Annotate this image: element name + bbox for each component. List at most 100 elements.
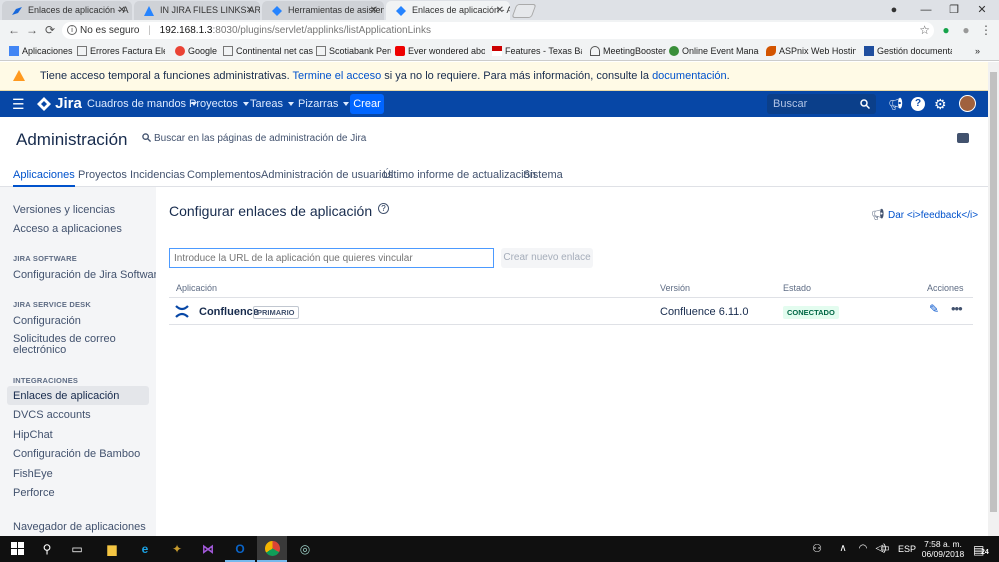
jira-logo[interactable]: Jira xyxy=(37,91,82,117)
application-url-input[interactable] xyxy=(169,248,494,268)
back-arrow-icon[interactable]: ← xyxy=(6,22,22,38)
bookmark-label: Continental net cash xyxy=(236,46,313,56)
info-icon[interactable]: i xyxy=(67,25,77,35)
feedback-chat-icon[interactable] xyxy=(957,133,969,143)
feedback-link[interactable]: 📢︎ Dar <i>feedback</i> xyxy=(871,208,978,221)
bookmark-item[interactable]: Continental net cash xyxy=(223,41,313,61)
gear-icon[interactable]: ⚙ xyxy=(934,91,947,117)
sidebar-item-app-navigator[interactable]: Navegador de aplicaciones xyxy=(13,521,146,533)
sidebar-item-service-desk-config[interactable]: Configuración xyxy=(13,315,81,327)
file-explorer-icon[interactable]: ▆ xyxy=(97,536,127,562)
column-header-state: Estado xyxy=(783,283,812,293)
input-language[interactable]: ESP xyxy=(898,536,916,562)
tab-system[interactable]: Sistema xyxy=(523,169,563,181)
tab-applications[interactable]: Aplicaciones xyxy=(13,169,75,187)
browser-tab[interactable]: IN JIRA FILES LINKS ARE ✕ xyxy=(134,1,260,20)
sidebar-item-hipchat[interactable]: HipChat xyxy=(13,429,53,441)
maximize-icon[interactable]: ❐ xyxy=(940,0,968,20)
megaphone-icon[interactable]: 📢︎ xyxy=(888,91,903,117)
edit-pencil-icon[interactable]: ✎ xyxy=(929,302,939,316)
sidebar-item-email-requests[interactable]: Solicitudes de correo electrónico xyxy=(13,334,123,356)
sidebar-header-jira-service-desk: JIRA SERVICE DESK xyxy=(13,300,92,309)
application-name[interactable]: Confluence xyxy=(199,306,259,318)
minimize-icon[interactable]: — xyxy=(912,0,940,20)
nav-projects[interactable]: Proyectos xyxy=(189,91,249,117)
sidebar-item-perforce[interactable]: Perforce xyxy=(13,487,55,499)
search-icon[interactable]: ⚲ xyxy=(32,536,62,562)
forward-arrow-icon[interactable]: → xyxy=(24,22,40,38)
tab-upgrade-report[interactable]: Último informe de actualización xyxy=(383,169,536,181)
sidebar-item-application-links[interactable]: Enlaces de aplicación xyxy=(13,390,119,402)
bookmark-item[interactable]: Online Event Manage xyxy=(669,41,759,61)
notification-center-icon[interactable]: ▤ 24 xyxy=(973,540,993,558)
end-access-link[interactable]: Termine el acceso xyxy=(293,70,382,82)
sidebar-item-dvcs-accounts[interactable]: DVCS accounts xyxy=(13,409,91,421)
sidebar-item-versions-licenses[interactable]: Versiones y licencias xyxy=(13,204,115,216)
url-host: 192.168.1.3 xyxy=(159,25,213,36)
outlook-icon[interactable]: O xyxy=(225,536,255,562)
bookmark-item[interactable]: Aplicaciones xyxy=(9,41,75,61)
chrome-icon[interactable] xyxy=(257,536,287,562)
help-icon[interactable]: ? xyxy=(911,97,925,111)
window-close-icon[interactable]: ✕ xyxy=(968,0,996,20)
column-header-actions: Acciones xyxy=(927,283,964,293)
jira-icon xyxy=(144,6,154,16)
reload-icon[interactable]: ⟳ xyxy=(42,22,58,38)
app-icon[interactable]: ◎ xyxy=(290,536,320,562)
scrollbar-thumb[interactable] xyxy=(990,72,997,512)
bookmark-item[interactable]: Scotiabank Perú xyxy=(316,41,391,61)
tab-projects[interactable]: Proyectos xyxy=(78,169,127,181)
bookmark-item[interactable]: Features - Texas Bank xyxy=(492,41,582,61)
jira-search-input[interactable]: Buscar xyxy=(767,94,876,114)
bookmark-item[interactable]: Ever wondered abou xyxy=(395,41,485,61)
notification-count: 24 xyxy=(981,549,989,556)
tab-addons[interactable]: Complementos xyxy=(187,169,261,181)
internet-explorer-icon[interactable]: e xyxy=(130,536,160,562)
hamburger-menu-icon[interactable]: ☰ xyxy=(12,91,25,117)
visual-studio-icon[interactable]: ⋈ xyxy=(193,536,223,562)
close-icon[interactable]: ✕ xyxy=(370,1,378,20)
nav-boards[interactable]: Pizarras xyxy=(298,91,350,117)
admin-search[interactable]: Buscar en las páginas de administración … xyxy=(142,133,366,144)
close-icon[interactable]: ✕ xyxy=(496,1,504,20)
close-icon[interactable]: ✕ xyxy=(118,1,126,20)
bookmark-item[interactable]: MeetingBooster xyxy=(590,41,672,61)
browser-tab[interactable]: Herramientas de asisten ✕ xyxy=(262,1,384,20)
nav-dashboards[interactable]: Cuadros de mandos xyxy=(87,91,198,117)
create-button[interactable]: Crear xyxy=(350,94,384,114)
sidebar-item-jira-software-config[interactable]: Configuración de Jira Software xyxy=(13,269,156,281)
page-scrollbar[interactable] xyxy=(988,62,999,536)
bookmark-item[interactable]: Gestión documental xyxy=(864,41,952,61)
address-bar[interactable]: i No es seguro | 192.168.1.3:8030/plugin… xyxy=(62,22,934,39)
star-icon[interactable]: ☆ xyxy=(919,22,930,39)
sidebar-item-bamboo[interactable]: Configuración de Bamboo xyxy=(13,448,140,460)
nav-issues[interactable]: Tareas xyxy=(250,91,295,117)
bookmark-item[interactable]: ASPnix Web Hosting xyxy=(766,41,856,61)
profile-icon[interactable]: ● xyxy=(880,0,908,20)
extension-icon[interactable]: ● xyxy=(938,22,954,38)
more-actions-icon[interactable]: ••• xyxy=(951,301,963,316)
windows-start-icon[interactable] xyxy=(2,536,32,562)
help-icon[interactable]: ? xyxy=(378,203,390,214)
tab-user-management[interactable]: Administración de usuarios xyxy=(261,169,393,181)
bookmark-item[interactable]: Errores Factura Electr xyxy=(77,41,165,61)
tab-issues[interactable]: Incidencias xyxy=(130,169,185,181)
tools-icon[interactable]: ✦ xyxy=(162,536,192,562)
browser-tab[interactable]: Enlaces de aplicación - A ✕ xyxy=(2,1,132,20)
new-tab-button[interactable] xyxy=(511,4,537,18)
task-view-icon[interactable]: ▭ xyxy=(62,536,92,562)
close-icon[interactable]: ✕ xyxy=(246,1,254,20)
bookmark-label: Ever wondered abou xyxy=(408,46,485,56)
sidebar-item-fisheye[interactable]: FishEye xyxy=(13,468,53,480)
create-new-link-button[interactable]: Crear nuevo enlace xyxy=(501,248,593,268)
avatar[interactable] xyxy=(959,95,976,112)
clock[interactable]: 7:58 a. m. 06/09/2018 xyxy=(918,539,968,559)
documentation-link[interactable]: documentación xyxy=(652,70,727,82)
browser-tab-active[interactable]: Enlaces de aplicación - A ✕ xyxy=(386,1,510,20)
sidebar-item-app-access[interactable]: Acceso a aplicaciones xyxy=(13,223,122,235)
more-bookmarks-icon[interactable]: » xyxy=(975,41,995,61)
monitor-icon[interactable]: ▭ xyxy=(870,536,900,562)
extension-icon[interactable]: ● xyxy=(958,22,974,38)
menu-dots-icon[interactable]: ⋮ xyxy=(978,22,994,38)
bookmark-item[interactable]: Google xyxy=(175,41,220,61)
